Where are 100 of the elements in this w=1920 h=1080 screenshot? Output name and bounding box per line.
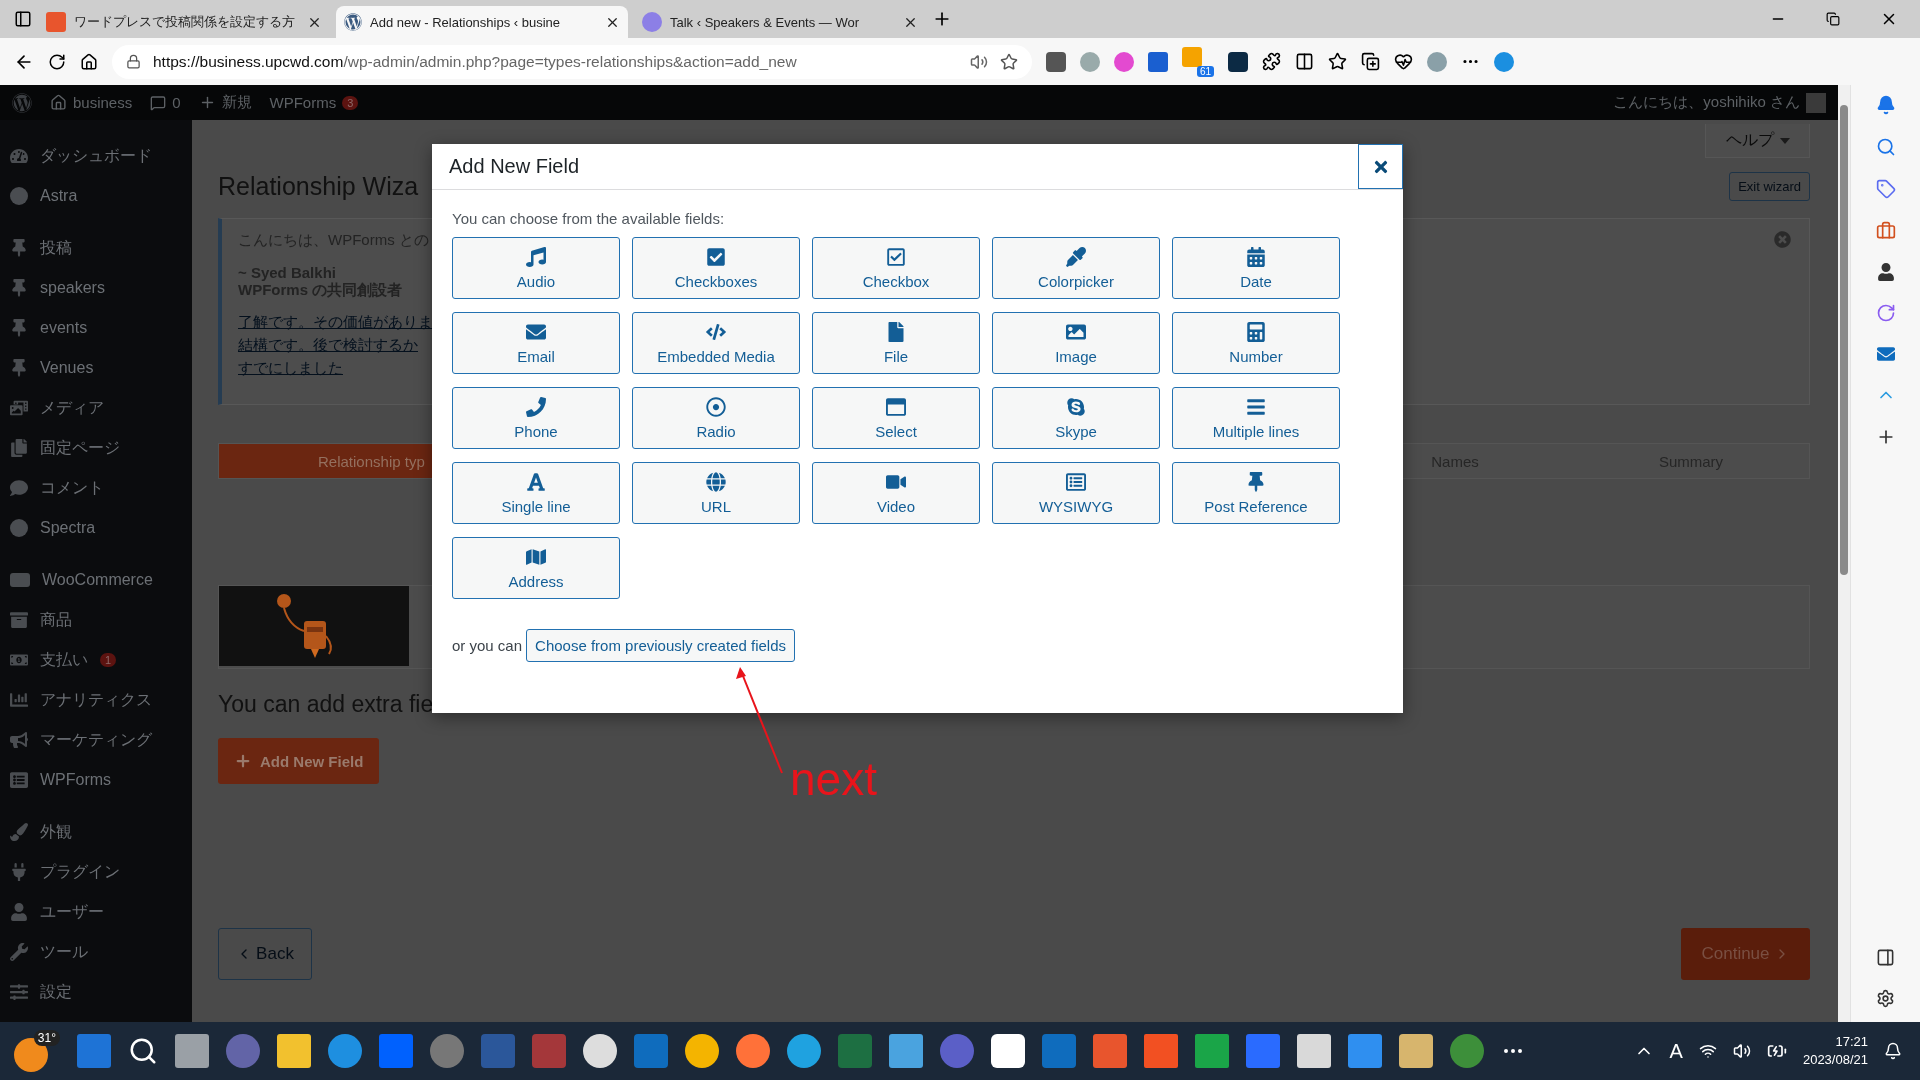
browser-tab[interactable]: Talk ‹ Speakers & Events — Wor [634,6,926,38]
exit-wizard-button[interactable]: Exit wizard [1729,171,1810,201]
wrench-icon [10,943,28,961]
field-type-button[interactable]: WYSIWYG [992,462,1160,524]
sidebar-item[interactable]: Venues [0,348,192,388]
clock[interactable]: 17:21 2023/08/21 [1802,1033,1868,1069]
annotation-text: next [790,752,877,806]
caret-icon [1779,137,1790,144]
field-type-button[interactable]: Address [452,537,620,599]
sidebar-item[interactable]: コメント [0,468,192,508]
browser-tab[interactable]: Add new - Relationships ‹ busine [336,6,628,38]
field-type-button[interactable]: Audio [452,237,620,299]
side-panel-icon[interactable] [1876,948,1895,967]
checkboxes-icon [706,246,726,267]
heart-pulse-icon[interactable] [1394,52,1413,71]
field-type-button[interactable]: Email [452,312,620,374]
circle-icon [10,519,28,537]
sliders-icon [10,983,28,1001]
map-icon [526,546,546,567]
new-link[interactable]: 新規 [198,93,252,112]
sidebar-item[interactable]: マーケティング [0,720,192,760]
wifi-icon[interactable] [1698,1042,1717,1060]
field-type-button[interactable]: Image [992,312,1160,374]
music-note-icon [526,246,546,267]
site-link[interactable]: business [50,94,133,111]
field-type-button[interactable]: Radio [632,387,800,449]
sidebar-item[interactable]: 商品 [0,600,192,640]
avatar-icon[interactable] [1427,51,1447,72]
eyedropper-icon [1066,246,1086,267]
field-type-button[interactable]: Skype [992,387,1160,449]
sidebar-item[interactable]: ユーザー [0,892,192,932]
field-type-button[interactable]: Colorpicker [992,237,1160,299]
bar-chart-icon [10,691,28,709]
input-mode-indicator[interactable]: A [1669,1039,1683,1063]
split-screen-icon[interactable] [1295,52,1314,71]
notice-link[interactable]: 結構です。後で検討するか [238,333,418,356]
field-type-button[interactable]: Phone [452,387,620,449]
sidebar-item[interactable]: 外観 [0,812,192,852]
home-icon[interactable] [80,52,98,71]
help-button[interactable]: ヘルプ [1705,124,1810,158]
search-icon[interactable] [128,1036,158,1066]
settings-icon[interactable] [1876,989,1895,1008]
plus-icon [234,752,252,770]
field-type-button[interactable]: Number [1172,312,1340,374]
reload-icon[interactable] [48,52,66,71]
tab-actions-icon[interactable] [14,10,32,28]
notice-link[interactable]: すでにしました [238,356,343,379]
field-type-button[interactable]: Select [812,387,980,449]
field-type-button[interactable]: Post Reference [1172,462,1340,524]
field-type-button[interactable]: Embedded Media [632,312,800,374]
sidebar-item[interactable]: 設定 [0,972,192,1012]
sidebar-item[interactable]: Spectra [0,508,192,548]
sidebar-item[interactable]: speakers [0,268,192,308]
sidebar-item[interactable]: プラグイン [0,852,192,892]
sidebar-item[interactable]: アナリティクス [0,680,192,720]
sidebar-item[interactable]: 支払い 1 [0,640,192,680]
notice-link[interactable]: 了解です。その価値がありま [238,310,433,333]
sidebar-item[interactable]: 固定ページ [0,428,192,468]
field-type-button[interactable]: Date [1172,237,1340,299]
temperature-badge: 31° [33,1030,60,1046]
sidebar-item[interactable]: Astra [0,176,192,216]
address-field[interactable]: https://business.upcwd.com/wp-admin/admin.php?page=types-relationships&action=add_new [112,44,1032,79]
sidebar-item[interactable]: 投稿 [0,228,192,268]
sidebar-item[interactable]: ツール [0,932,192,972]
toolbox-icon[interactable] [1875,221,1896,241]
plug-icon [10,863,28,881]
back-button[interactable]: Back [218,928,312,980]
comments-link[interactable]: 0 [150,94,181,111]
read-aloud-icon[interactable] [970,52,988,71]
greeting-link[interactable]: こんにちは、yoshihiko さん [1613,92,1826,113]
field-type-button[interactable]: Checkboxes [632,237,800,299]
star-icon[interactable] [1000,52,1018,71]
sidebar-item[interactable]: WPForms [0,760,192,800]
add-field-button[interactable]: Add New Field [218,738,380,784]
field-type-button[interactable]: Multiple lines [1172,387,1340,449]
field-type-button[interactable]: URL [632,462,800,524]
choose-fields-button[interactable]: Choose from previously created fields [526,629,795,662]
close-button[interactable] [1358,144,1403,189]
sidebar-item[interactable]: メディア [0,388,192,428]
sidebar-item[interactable]: events [0,308,192,348]
wpforms-link[interactable]: WPForms 3 [269,94,359,111]
tag-icon[interactable] [1875,179,1896,199]
volume-icon[interactable] [1732,1042,1751,1060]
browser-tab[interactable]: ワードプレスで投稿関係を設定する方 [38,6,330,38]
bell-icon[interactable] [1884,1042,1902,1060]
field-type-button[interactable]: File [812,312,980,374]
or-text: or you can [452,637,523,654]
field-type-button[interactable]: Checkbox [812,237,980,299]
extensions-icon[interactable] [1262,52,1281,71]
field-type-button[interactable]: Video [812,462,980,524]
field-type-button[interactable]: Single line [452,462,620,524]
gauge-icon [10,147,28,165]
lock-icon [126,54,141,69]
scrollbar[interactable] [1838,85,1850,1022]
restore-icon[interactable] [1826,12,1840,26]
wordpress-icon [344,13,362,31]
sidebar-item[interactable]: ダッシュボード [0,136,192,176]
collections-icon[interactable] [1361,52,1380,71]
sidebar-item[interactable]: WooCommerce [0,560,192,600]
favorites-icon[interactable] [1328,52,1347,71]
